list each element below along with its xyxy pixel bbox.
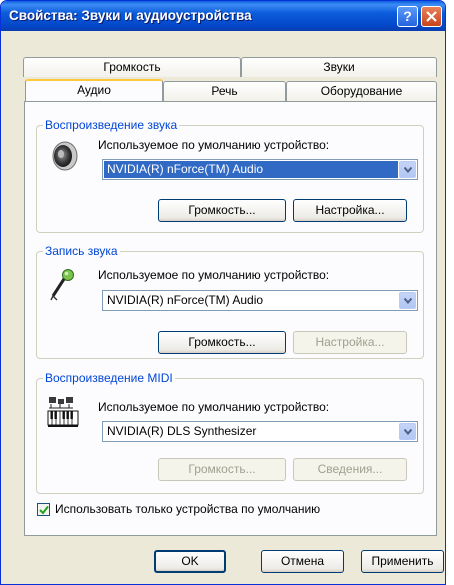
midi-device-select[interactable]: NVIDIA(R) DLS Synthesizer <box>102 421 418 442</box>
window-title: Свойства: Звуки и аудиоустройства <box>9 8 252 23</box>
chevron-down-icon <box>404 167 412 173</box>
cancel-button[interactable]: Отмена <box>261 550 344 573</box>
recording-dropdown-button[interactable] <box>399 292 416 309</box>
close-icon <box>426 11 437 22</box>
speaker-icon <box>52 141 78 171</box>
midi-device-value: NVIDIA(R) DLS Synthesizer <box>107 424 257 438</box>
midi-volume-button: Громкость... <box>158 458 286 481</box>
recording-group: Запись звука Используемое по умолчанию у… <box>36 244 424 359</box>
checkmark-icon <box>39 505 49 515</box>
apply-button[interactable]: Применить <box>361 550 444 573</box>
help-button[interactable]: ? <box>397 6 418 27</box>
midi-keyboard-icon <box>47 397 79 427</box>
recording-volume-button[interactable]: Громкость... <box>158 331 286 354</box>
chevron-down-icon <box>404 429 412 435</box>
ok-button[interactable]: OK <box>154 550 226 573</box>
recording-device-label: Используемое по умолчанию устройство: <box>98 268 330 282</box>
midi-info-button: Сведения... <box>293 458 407 481</box>
recording-device-value: NVIDIA(R) nForce(TM) Audio <box>107 293 264 307</box>
recording-settings-button: Настройка... <box>293 331 407 354</box>
playback-device-label: Используемое по умолчанию устройство: <box>98 138 330 152</box>
midi-dropdown-button[interactable] <box>399 423 416 440</box>
close-button[interactable] <box>421 6 442 27</box>
playback-volume-button[interactable]: Громкость... <box>158 199 286 222</box>
tab-sounds[interactable]: Звуки <box>241 57 437 77</box>
tab-speech[interactable]: Речь <box>163 81 286 101</box>
midi-group-title: Воспроизведение MIDI <box>43 371 175 385</box>
midi-group: Воспроизведение MIDI Используемое по умо… <box>36 371 424 494</box>
title-bar[interactable]: Свойства: Звуки и аудиоустройства ? <box>1 1 445 31</box>
microphone-icon <box>50 269 74 301</box>
dialog-window: Свойства: Звуки и аудиоустройства ? Гром… <box>0 0 446 585</box>
playback-group: Воспроизведение звука Используемое по ум… <box>36 118 424 233</box>
chevron-down-icon <box>404 298 412 304</box>
midi-device-label: Используемое по умолчанию устройство: <box>98 400 330 414</box>
playback-device-select[interactable]: NVIDIA(R) nForce(TM) Audio <box>102 159 418 180</box>
only-default-checkbox[interactable] <box>37 503 50 516</box>
tab-volume[interactable]: Громкость <box>23 57 241 77</box>
recording-device-select[interactable]: NVIDIA(R) nForce(TM) Audio <box>102 290 418 311</box>
playback-group-title: Воспроизведение звука <box>43 118 180 132</box>
playback-settings-button[interactable]: Настройка... <box>293 199 407 222</box>
recording-group-title: Запись звука <box>43 244 120 258</box>
only-default-label[interactable]: Использовать только устройства по умолча… <box>55 502 320 516</box>
playback-dropdown-button[interactable] <box>399 161 416 178</box>
tab-panel-audio: Воспроизведение звука Используемое по ум… <box>24 101 437 536</box>
tab-audio[interactable]: Аудио <box>25 79 163 101</box>
tab-hardware[interactable]: Оборудование <box>286 81 437 101</box>
playback-device-value: NVIDIA(R) nForce(TM) Audio <box>104 161 398 178</box>
